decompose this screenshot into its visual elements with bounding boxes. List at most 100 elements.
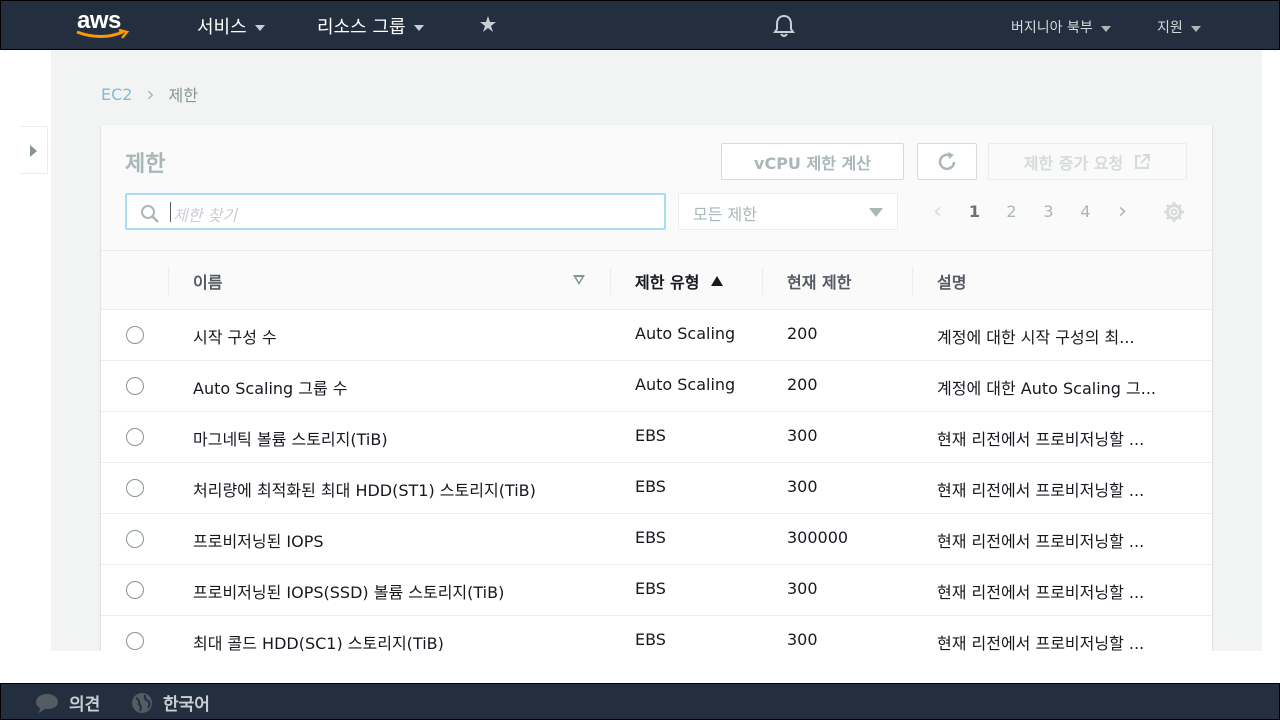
- breadcrumb: EC2 › 제한: [101, 82, 198, 106]
- row-radio[interactable]: [126, 581, 144, 599]
- cell-current-limit: 300: [787, 477, 818, 496]
- column-header-type[interactable]: 제한 유형: [635, 251, 724, 310]
- support-label: 지원: [1157, 20, 1183, 36]
- vcpu-calculator-label: vCPU 제한 계산: [754, 153, 871, 173]
- table-row[interactable]: 마그네틱 볼륨 스토리지(TiB) EBS 300 현재 리전에서 프로비저닝할…: [101, 412, 1212, 463]
- chevron-down-icon: [1190, 26, 1201, 32]
- page-1[interactable]: 1: [956, 202, 993, 221]
- sort-up-icon: [711, 275, 724, 286]
- row-radio[interactable]: [126, 632, 144, 650]
- column-header-description-label: 설명: [937, 272, 967, 292]
- pin-icon[interactable]: [479, 15, 497, 33]
- language-selector[interactable]: 한국어: [131, 690, 210, 715]
- aws-logo[interactable]: aws: [75, 5, 131, 41]
- sidebar-toggle[interactable]: [20, 126, 48, 174]
- bell-icon[interactable]: [773, 14, 795, 38]
- cell-current-limit: 300: [787, 579, 818, 598]
- table-row[interactable]: 프로비저닝된 IOPS EBS 300000 현재 리전에서 프로비저닝할 ..…: [101, 514, 1212, 565]
- cell-name: 프로비저닝된 IOPS: [193, 532, 324, 551]
- cell-current-limit: 200: [787, 324, 818, 343]
- row-radio[interactable]: [126, 530, 144, 548]
- page-4[interactable]: 4: [1067, 202, 1104, 221]
- limit-type-select[interactable]: 모든 제한: [678, 193, 898, 230]
- cell-name: 처리량에 최적화된 최대 HDD(ST1) 스토리지(TiB): [193, 481, 536, 500]
- cell-description: 현재 리전에서 프로비저닝할 ...: [937, 583, 1145, 602]
- table-header: 이름 제한 유형 현재 제한 설명: [101, 251, 1212, 310]
- table-row[interactable]: 프로비저닝된 IOPS(SSD) 볼륨 스토리지(TiB) EBS 300 현재…: [101, 565, 1212, 616]
- panel-header: 제한 vCPU 제한 계산 제한 증가 요청 제한 찾기 모든 제한 ‹ 1 2…: [101, 125, 1212, 251]
- column-header-current-label: 현재 제한: [787, 272, 852, 292]
- row-radio[interactable]: [126, 428, 144, 446]
- region-menu[interactable]: 버지니아 북부: [1011, 17, 1111, 37]
- feedback-label: 의견: [69, 695, 101, 715]
- cell-description: 계정에 대한 시작 구성의 최...: [937, 328, 1135, 347]
- pagination: ‹ 1 2 3 4 ›: [919, 199, 1141, 224]
- region-label: 버지니아 북부: [1011, 20, 1093, 36]
- cell-type: EBS: [635, 579, 666, 598]
- cell-name: Auto Scaling 그룹 수: [193, 379, 348, 398]
- table-row[interactable]: 시작 구성 수 Auto Scaling 200 계정에 대한 시작 구성의 최…: [101, 310, 1212, 361]
- refresh-button[interactable]: [917, 143, 977, 180]
- column-header-description[interactable]: 설명: [937, 251, 966, 310]
- cell-description: 현재 리전에서 프로비저닝할 ...: [937, 634, 1145, 651]
- top-navigation: aws 서비스 리소스 그룹 버지니아 북부 지원: [0, 0, 1280, 50]
- column-divider: [168, 267, 169, 295]
- table-row[interactable]: 최대 콜드 HDD(SC1) 스토리지(TiB) EBS 300 현재 리전에서…: [101, 616, 1212, 651]
- cell-current-limit: 300: [787, 630, 818, 649]
- speech-bubble-icon: [36, 693, 58, 713]
- support-menu[interactable]: 지원: [1157, 17, 1201, 37]
- column-header-name[interactable]: 이름: [193, 251, 222, 310]
- request-increase-label: 제한 증가 요청: [1023, 153, 1124, 173]
- page-title: 제한: [125, 152, 166, 177]
- cell-current-limit: 300: [787, 426, 818, 445]
- language-label: 한국어: [163, 695, 210, 715]
- request-increase-button[interactable]: 제한 증가 요청: [988, 143, 1187, 180]
- cell-description: 계정에 대한 Auto Scaling 그...: [937, 379, 1157, 398]
- table-row[interactable]: 처리량에 최적화된 최대 HDD(ST1) 스토리지(TiB) EBS 300 …: [101, 463, 1212, 514]
- page-2[interactable]: 2: [993, 202, 1030, 221]
- cell-current-limit: 300000: [787, 528, 849, 547]
- cell-type: EBS: [635, 528, 666, 547]
- column-divider: [912, 267, 913, 295]
- cell-type: EBS: [635, 630, 666, 649]
- text-cursor: [170, 202, 171, 222]
- column-header-name-label: 이름: [193, 272, 223, 292]
- cell-type: EBS: [635, 426, 666, 445]
- chevron-down-icon: [869, 208, 883, 217]
- footer-bar: 의견 한국어: [0, 683, 1280, 720]
- search-input[interactable]: 제한 찾기: [125, 193, 666, 230]
- cell-name: 최대 콜드 HDD(SC1) 스토리지(TiB): [193, 634, 444, 651]
- globe-icon: [132, 692, 152, 713]
- row-radio[interactable]: [126, 377, 144, 395]
- breadcrumb-ec2-link[interactable]: EC2: [101, 85, 132, 104]
- cell-description: 현재 리전에서 프로비저닝할 ...: [937, 532, 1145, 551]
- next-page-icon[interactable]: ›: [1104, 199, 1141, 224]
- resource-groups-menu[interactable]: 리소스 그룹: [317, 13, 424, 39]
- feedback-button[interactable]: 의견: [35, 690, 100, 715]
- search-icon: [141, 205, 159, 223]
- main-content: EC2 › 제한 제한 vCPU 제한 계산 제한 증가 요청 제한 찾기 모든: [51, 50, 1262, 651]
- row-radio[interactable]: [126, 326, 144, 344]
- services-menu[interactable]: 서비스: [197, 13, 265, 39]
- page-3[interactable]: 3: [1030, 202, 1067, 221]
- column-header-current[interactable]: 현재 제한: [787, 251, 851, 310]
- cell-description: 현재 리전에서 프로비저닝할 ...: [937, 430, 1145, 449]
- table-row[interactable]: Auto Scaling 그룹 수 Auto Scaling 200 계정에 대…: [101, 361, 1212, 412]
- cell-name: 프로비저닝된 IOPS(SSD) 볼륨 스토리지(TiB): [193, 583, 505, 602]
- cell-type: EBS: [635, 477, 666, 496]
- chevron-down-icon: [413, 25, 424, 31]
- search-placeholder: 제한 찾기: [173, 206, 237, 225]
- chevron-right-icon: ›: [146, 82, 155, 106]
- cell-type: Auto Scaling: [635, 324, 736, 343]
- cell-name: 시작 구성 수: [193, 328, 277, 347]
- breadcrumb-current: 제한: [168, 86, 198, 105]
- column-divider: [762, 267, 763, 295]
- row-radio[interactable]: [126, 479, 144, 497]
- external-link-icon: [1135, 153, 1151, 169]
- limit-type-value: 모든 제한: [693, 205, 757, 224]
- sort-down-icon[interactable]: [573, 275, 585, 285]
- column-header-type-label: 제한 유형: [635, 272, 700, 292]
- vcpu-calculator-button[interactable]: vCPU 제한 계산: [721, 143, 904, 180]
- previous-page-icon[interactable]: ‹: [919, 199, 956, 224]
- gear-icon[interactable]: [1163, 201, 1185, 223]
